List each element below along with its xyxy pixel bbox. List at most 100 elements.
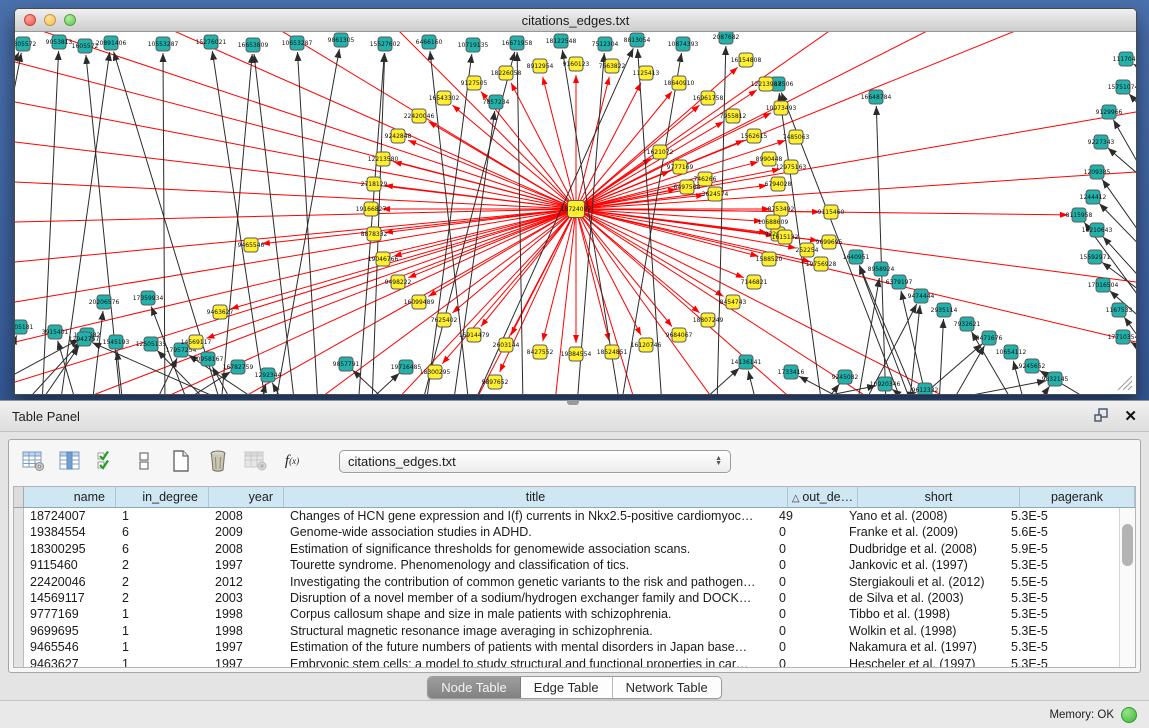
- graph-node[interactable]: 2718129: [361, 177, 388, 191]
- graph-node[interactable]: 2087682: [713, 32, 740, 44]
- table-row[interactable]: 1830029562008Estimation of significance …: [14, 541, 1120, 557]
- graph-node[interactable]: 10958167: [193, 352, 224, 366]
- graph-node[interactable]: 6466160: [416, 35, 443, 49]
- column-header-year[interactable]: year: [209, 487, 284, 507]
- tab-network-table[interactable]: Network Table: [613, 677, 721, 698]
- graph-node[interactable]: 7932621: [954, 317, 981, 331]
- graph-node[interactable]: 8427552: [527, 345, 554, 359]
- graph-node[interactable]: 8505181: [15, 320, 34, 334]
- graph-node[interactable]: 17016504: [1088, 278, 1119, 292]
- column-header-name[interactable]: name: [24, 487, 116, 507]
- graph-node[interactable]: 1545193: [103, 335, 130, 349]
- column-header-pagerank[interactable]: pagerank: [1020, 487, 1135, 507]
- graph-node[interactable]: 6379197: [886, 275, 913, 289]
- scrollbar-thumb[interactable]: [1122, 524, 1133, 566]
- graph-node[interactable]: 10653287: [282, 36, 313, 50]
- graph-node[interactable]: 10654112: [996, 345, 1027, 359]
- graph-node[interactable]: 8753492: [768, 202, 795, 216]
- graph-node[interactable]: 18226058: [491, 66, 522, 80]
- graph-node[interactable]: 16154808: [731, 53, 762, 67]
- panel-resize-handle[interactable]: [567, 400, 579, 405]
- graph-node[interactable]: 9242848: [385, 129, 412, 143]
- graph-node[interactable]: 10553287: [148, 37, 179, 51]
- graph-node[interactable]: 17710354: [1108, 330, 1136, 344]
- graph-node[interactable]: 7485063: [783, 130, 810, 144]
- graph-node[interactable]: 7857234: [483, 95, 510, 109]
- graph-node[interactable]: 12213580: [368, 152, 399, 166]
- graph-node[interactable]: 8958924: [868, 262, 895, 276]
- table-row[interactable]: 946554611997Estimation of the future num…: [14, 639, 1120, 655]
- graph-node[interactable]: 1244412: [1080, 190, 1107, 204]
- table-row[interactable]: 911546021997Tourette syndrome. Phenomeno…: [14, 557, 1120, 573]
- graph-node[interactable]: 20891406: [96, 36, 127, 50]
- graph-node[interactable]: 7625402: [431, 313, 458, 327]
- graph-node[interactable]: 20206576: [89, 295, 120, 309]
- network-view[interactable]: 2305572905381316055722089140610553287152…: [15, 32, 1136, 394]
- graph-node[interactable]: 9699695: [816, 235, 843, 249]
- graph-node[interactable]: 8454743: [720, 295, 747, 309]
- table-row[interactable]: 2242004622012Investigating the contribut…: [14, 574, 1120, 590]
- graph-node[interactable]: 15751074: [1108, 80, 1136, 94]
- graph-node[interactable]: 18122548: [546, 34, 577, 48]
- graph-node[interactable]: 18300295: [420, 365, 451, 379]
- graph-node[interactable]: 9053813: [46, 35, 73, 49]
- table-settings-icon[interactable]: [21, 449, 45, 473]
- table-scrollbar[interactable]: [1119, 508, 1135, 667]
- graph-node[interactable]: 14136141: [731, 355, 762, 369]
- graph-node[interactable]: 8115958: [1066, 208, 1093, 222]
- graph-node[interactable]: 16782759: [223, 360, 254, 374]
- graph-node[interactable]: 1125413: [633, 66, 660, 80]
- graph-node[interactable]: 1292344: [255, 368, 282, 382]
- graph-node[interactable]: 16543302: [429, 91, 460, 105]
- delete-columns-icon[interactable]: [206, 449, 230, 473]
- graph-node[interactable]: 16120746: [631, 338, 662, 352]
- graph-node[interactable]: 9474444: [908, 289, 935, 303]
- column-header-in_degree[interactable]: in_degree: [116, 487, 209, 507]
- graph-node[interactable]: 2935114: [931, 303, 958, 317]
- tab-edge-table[interactable]: Edge Table: [521, 677, 613, 698]
- window-resize-grip-icon[interactable]: [1118, 376, 1132, 390]
- graph-node[interactable]: 2603144: [493, 338, 520, 352]
- graph-node[interactable]: 9160123: [563, 57, 590, 71]
- graph-node[interactable]: 8813054: [624, 33, 651, 47]
- table-row[interactable]: 977716911998Corpus callosum shape and si…: [14, 606, 1120, 622]
- graph-node[interactable]: 15276021: [196, 35, 227, 49]
- graph-node[interactable]: 10874393: [668, 37, 699, 51]
- column-header-short[interactable]: short: [858, 487, 1020, 507]
- graph-node[interactable]: 7146821: [741, 275, 768, 289]
- graph-node[interactable]: 16099489: [404, 295, 435, 309]
- graph-node[interactable]: 10719135: [458, 38, 489, 52]
- column-header-strip[interactable]: [14, 487, 24, 507]
- column-header-out_degree[interactable]: △ out_de…: [788, 487, 858, 507]
- graph-node[interactable]: 1209385: [1084, 165, 1111, 179]
- graph-node[interactable]: 9127505: [461, 76, 488, 90]
- show-columns-icon[interactable]: [58, 449, 82, 473]
- graph-node[interactable]: 19046766: [368, 252, 399, 266]
- graph-node[interactable]: 9129966: [1096, 105, 1123, 119]
- close-window-icon[interactable]: [24, 14, 36, 26]
- graph-node[interactable]: 6794028: [765, 177, 792, 191]
- graph-node[interactable]: 15527602: [370, 37, 401, 51]
- table-row[interactable]: 946362711997Embryonic stem cells: a mode…: [14, 656, 1120, 667]
- minimize-window-icon[interactable]: [44, 14, 56, 26]
- graph-node[interactable]: 9245082: [832, 370, 859, 384]
- graph-node[interactable]: 19384554: [561, 347, 592, 361]
- table-selector-dropdown[interactable]: citations_edges.txt ▲▼: [339, 450, 731, 473]
- graph-node[interactable]: 19716485: [391, 360, 422, 374]
- graph-node[interactable]: 1167533: [1106, 303, 1133, 317]
- window-titlebar[interactable]: citations_edges.txt: [15, 9, 1136, 32]
- graph-node[interactable]: 9115460: [818, 205, 845, 219]
- graph-node[interactable]: 9857791: [333, 357, 360, 371]
- table-row[interactable]: 1938455462009Genome-wide association stu…: [14, 524, 1120, 540]
- graph-node[interactable]: 10920346: [870, 377, 901, 391]
- graph-node[interactable]: 2305572: [15, 37, 37, 51]
- zoom-window-icon[interactable]: [64, 14, 76, 26]
- graph-node[interactable]: 16653809: [238, 38, 269, 52]
- graph-node[interactable]: 17359934: [133, 291, 164, 305]
- graph-node[interactable]: 7512304: [592, 37, 619, 51]
- graph-node[interactable]: 9227343: [1088, 135, 1115, 149]
- close-panel-icon[interactable]: ✕: [1124, 409, 1137, 424]
- float-window-icon[interactable]: [1094, 408, 1110, 425]
- graph-node[interactable]: 1117043: [1113, 52, 1136, 66]
- select-all-columns-icon[interactable]: [95, 449, 119, 473]
